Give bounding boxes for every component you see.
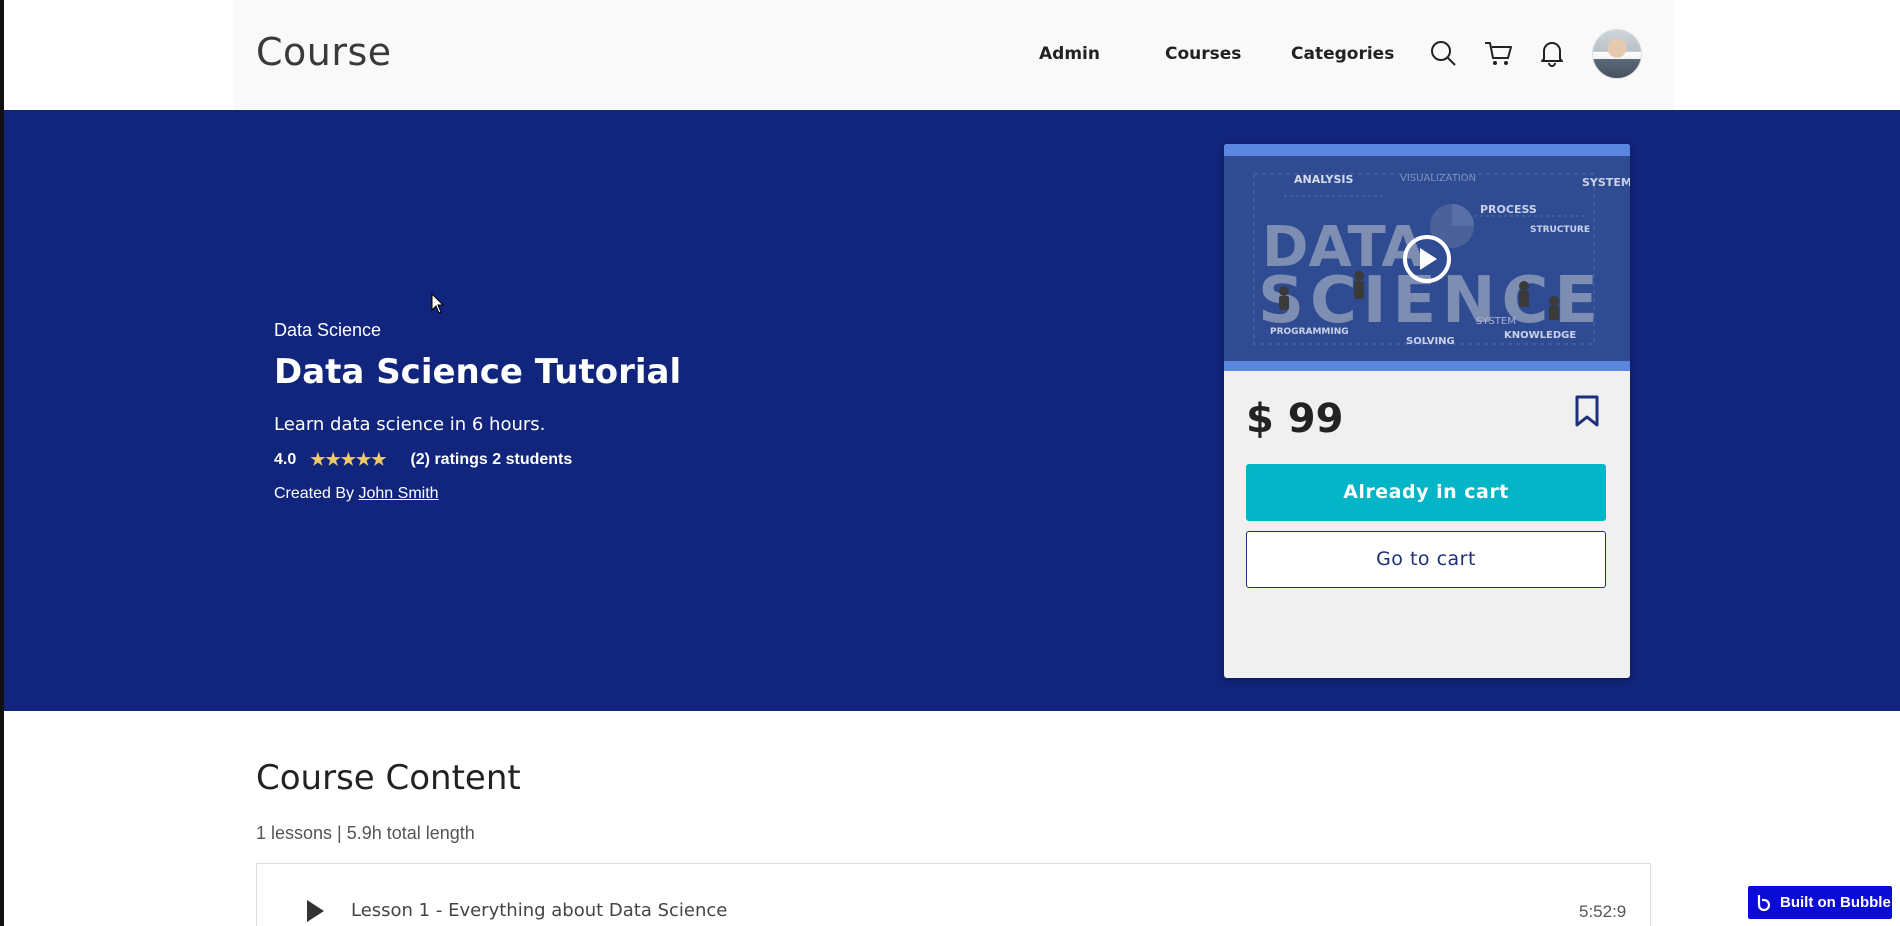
lesson-title[interactable]: Lesson 1 - Everything about Data Science — [351, 900, 727, 921]
cart-icon[interactable] — [1483, 38, 1513, 68]
course-content-title: Course Content — [256, 758, 521, 798]
course-category: Data Science — [274, 320, 382, 340]
bubble-badge-label: Built on Bubble — [1780, 894, 1891, 911]
bookmark-icon[interactable] — [1572, 394, 1602, 428]
course-price: $ 99 — [1246, 396, 1344, 442]
rating-row: 4.0 ★★★★★ (2) ratings 2 students — [274, 450, 572, 470]
word-system-2: SYSTEM — [1476, 316, 1516, 327]
lesson-list: Lesson 1 - Everything about Data Science… — [256, 863, 1651, 926]
author-link[interactable]: John Smith — [359, 485, 439, 502]
already-in-cart-button[interactable]: Already in cart — [1246, 464, 1606, 521]
top-header: Course Admin Courses Categories — [234, 0, 1674, 110]
card-top-bar — [1224, 144, 1630, 156]
nav-admin[interactable]: Admin — [1039, 44, 1100, 64]
lesson-play-icon[interactable] — [307, 900, 324, 922]
word-programming: PROGRAMMING — [1270, 327, 1349, 337]
word-structure: STRUCTURE — [1530, 225, 1590, 235]
course-content-meta: 1 lessons | 5.9h total length — [256, 823, 475, 843]
site-logo[interactable]: Course — [256, 30, 392, 74]
word-solving: SOLVING — [1406, 336, 1455, 347]
nav-categories[interactable]: Categories — [1291, 44, 1394, 64]
bubble-logo-icon — [1757, 894, 1771, 911]
user-avatar[interactable] — [1592, 29, 1642, 79]
course-title: Data Science Tutorial — [274, 352, 682, 392]
course-subtitle: Learn data science in 6 hours. — [274, 414, 546, 435]
star-rating-icon: ★★★★★ — [310, 450, 387, 469]
word-process: PROCESS — [1480, 203, 1537, 216]
preview-illustration: ANALYSIS VISUALIZATION SYSTEM PROCESS ST… — [1224, 156, 1630, 361]
rating-count: (2) ratings 2 students — [410, 451, 573, 468]
lesson-duration: 5:52:9 — [1579, 902, 1627, 921]
word-visualization: VISUALIZATION — [1400, 173, 1476, 184]
word-knowledge: KNOWLEDGE — [1504, 330, 1576, 341]
course-preview-video[interactable]: ANALYSIS VISUALIZATION SYSTEM PROCESS ST… — [1224, 156, 1630, 361]
search-icon[interactable] — [1428, 38, 1458, 68]
course-author: Created By John Smith — [274, 485, 439, 503]
created-by-label: Created By — [274, 485, 355, 502]
nav-courses[interactable]: Courses — [1165, 44, 1241, 64]
mouse-cursor-icon — [431, 293, 445, 314]
bell-icon[interactable] — [1537, 38, 1567, 68]
word-system: SYSTEM — [1582, 176, 1630, 189]
preview-bottom-bar — [1224, 361, 1630, 371]
purchase-card: ANALYSIS VISUALIZATION SYSTEM PROCESS ST… — [1224, 144, 1630, 678]
rating-value: 4.0 — [274, 451, 297, 468]
word-analysis: ANALYSIS — [1294, 173, 1354, 186]
go-to-cart-button[interactable]: Go to cart — [1246, 531, 1606, 588]
built-on-bubble-badge[interactable]: Built on Bubble — [1748, 886, 1892, 919]
